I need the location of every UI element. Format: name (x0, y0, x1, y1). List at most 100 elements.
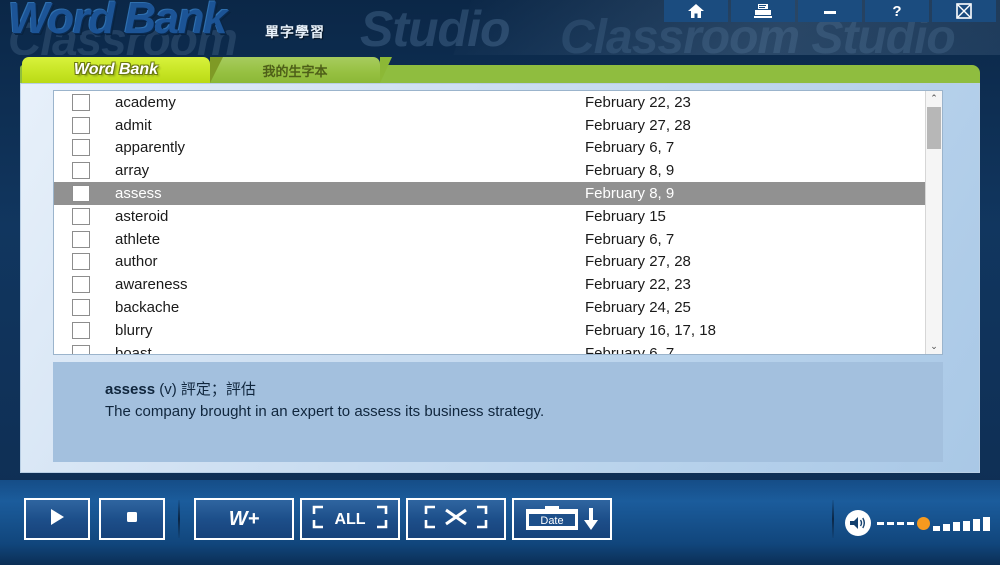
row-word: academy (115, 93, 176, 111)
row-checkbox[interactable] (72, 230, 90, 248)
word-list-scrollbar[interactable]: ⌃ ⌄ (925, 91, 942, 354)
row-word: awareness (115, 276, 188, 294)
table-row[interactable]: array February 8, 9 (54, 159, 925, 182)
date-sort-icon: Date (525, 505, 599, 533)
play-button[interactable] (24, 498, 90, 540)
volume-knob[interactable] (917, 516, 930, 530)
table-row[interactable]: assess February 8, 9 (54, 182, 925, 205)
row-date: February 16, 17, 18 (585, 321, 716, 339)
volume-step-high[interactable] (973, 518, 980, 531)
scroll-up-arrow-icon[interactable]: ⌃ (926, 91, 942, 106)
definition-chinese: 評定；評估 (180, 381, 256, 398)
volume-step-high[interactable] (943, 524, 950, 531)
printer-icon (754, 3, 772, 19)
row-date: February 15 (585, 207, 666, 225)
help-button[interactable]: ? (865, 0, 929, 22)
shuffle-icon (413, 504, 499, 535)
home-icon (688, 4, 704, 18)
tab-my-wordbook-label: 我的生字本 (262, 63, 328, 79)
row-checkbox[interactable] (72, 185, 90, 203)
row-checkbox[interactable] (72, 93, 90, 111)
row-word: array (115, 162, 150, 180)
app-wordmark: Word Bank (8, 0, 227, 43)
svg-text:Date: Date (540, 515, 563, 527)
home-button[interactable] (664, 0, 728, 22)
volume-step-high[interactable] (963, 520, 970, 531)
tab-word-bank[interactable]: Word Bank (22, 57, 223, 83)
row-word: author (115, 253, 158, 271)
volume-step-low[interactable] (897, 521, 904, 525)
speaker-icon[interactable] (845, 510, 871, 536)
minimize-icon (823, 6, 837, 16)
volume-step-high[interactable] (983, 517, 990, 531)
word-bank-application: Classroom Studio Classroom Studio Word B… (0, 0, 1000, 565)
tab-word-bank-label: Word Bank (73, 61, 159, 78)
tab-my-wordbook[interactable]: 我的生字本 (210, 57, 392, 83)
definition-word: assess (105, 381, 156, 398)
select-all-button[interactable]: ALL (300, 498, 400, 540)
row-date: February 24, 25 (585, 299, 691, 317)
app-header: Classroom Studio Classroom Studio Word B… (0, 0, 1000, 55)
row-checkbox[interactable] (72, 139, 90, 157)
row-checkbox[interactable] (72, 207, 90, 225)
sort-by-date-button[interactable]: Date (512, 498, 612, 540)
shuffle-button[interactable] (406, 498, 506, 540)
row-word: athlete (115, 230, 161, 248)
word-list[interactable]: academy February 22, 23 admit February 27, … (54, 91, 925, 354)
volume-control[interactable] (845, 510, 993, 536)
table-row[interactable]: admit February 27, 28 (54, 114, 925, 137)
add-word-button[interactable]: W+ (194, 498, 294, 540)
row-word: admit (115, 116, 152, 134)
row-date: February 27, 28 (585, 116, 691, 134)
add-word-label: W+ (228, 507, 260, 530)
row-word: blurry (115, 321, 153, 339)
volume-slider[interactable] (877, 515, 993, 531)
row-date: February 22, 23 (585, 276, 691, 294)
row-checkbox[interactable] (72, 162, 90, 180)
minimize-button[interactable] (798, 0, 862, 22)
definition-part-of-speech: (v) (159, 381, 177, 398)
table-row[interactable]: author February 27, 28 (54, 251, 925, 274)
play-icon (47, 507, 67, 532)
row-checkbox[interactable] (72, 344, 90, 354)
close-icon (956, 3, 972, 19)
row-checkbox[interactable] (72, 299, 90, 317)
table-row[interactable]: athlete February 6, 7 (54, 228, 925, 251)
select-all-bracket-icon: ALL (307, 504, 393, 535)
row-date: February 27, 28 (585, 253, 691, 271)
definition-example: The company brought in an expert to asse… (105, 403, 545, 420)
toolbar-separator (178, 500, 180, 538)
row-date: February 22, 23 (585, 93, 691, 111)
row-checkbox[interactable] (72, 321, 90, 339)
svg-text:ALL: ALL (334, 511, 365, 528)
table-row[interactable]: asteroid February 15 (54, 205, 925, 228)
definition-headword-line: assess (v) 評定；評估 (105, 378, 256, 399)
scrollbar-thumb[interactable] (927, 107, 941, 149)
print-button[interactable] (731, 0, 795, 22)
volume-step-high[interactable] (933, 526, 940, 531)
row-checkbox[interactable] (72, 116, 90, 134)
stop-button[interactable] (99, 498, 165, 540)
volume-step-low[interactable] (887, 521, 894, 525)
table-row[interactable]: apparently February 6, 7 (54, 137, 925, 160)
close-button[interactable] (932, 0, 996, 22)
volume-step-low[interactable] (907, 521, 914, 525)
row-word: backache (115, 299, 180, 317)
row-checkbox[interactable] (72, 276, 90, 294)
row-word: apparently (115, 139, 186, 157)
row-checkbox[interactable] (72, 253, 90, 271)
row-word: assess (115, 185, 162, 203)
table-row[interactable]: awareness February 22, 23 (54, 273, 925, 296)
volume-separator (832, 500, 834, 538)
word-list-container: academy February 22, 23 admit February 27, … (53, 90, 943, 355)
table-row[interactable]: blurry February 16, 17, 18 (54, 319, 925, 342)
table-row[interactable]: backache February 24, 25 (54, 296, 925, 319)
volume-step-high[interactable] (953, 522, 960, 531)
row-date: February 6, 7 (585, 139, 675, 157)
table-row[interactable]: academy February 22, 23 (54, 91, 925, 114)
table-row[interactable]: boast February 6, 7 (54, 342, 925, 354)
row-date: February 6, 7 (585, 344, 675, 354)
volume-step-low[interactable] (877, 521, 884, 525)
row-word: asteroid (115, 207, 169, 225)
scroll-down-arrow-icon[interactable]: ⌄ (926, 339, 942, 354)
